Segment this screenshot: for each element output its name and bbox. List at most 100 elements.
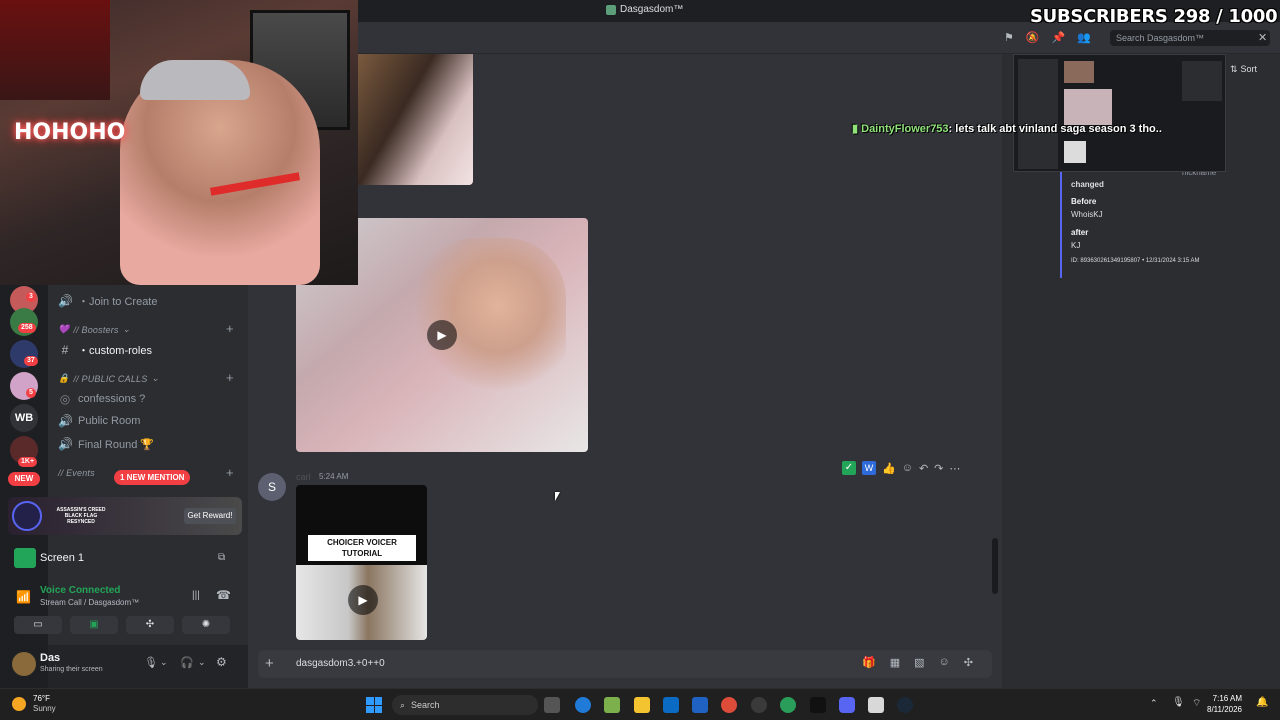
outlook-icon[interactable] [663,697,679,713]
soundboard-button[interactable]: ✺ [182,616,230,634]
microphone-icon[interactable]: 🎙 [1172,697,1185,708]
mute-icon[interactable]: 🔕 [1026,31,1040,45]
message-input-value[interactable]: dasgasdom3.+0++0 [296,658,385,669]
share-screen-button[interactable]: ▣ [70,616,118,634]
copilot-icon[interactable] [604,697,620,713]
microphone-icon[interactable]: 🎙 [144,656,158,669]
channel-final-round[interactable]: 🔊 Final Round 🏆 [58,437,154,451]
emoji-icon[interactable]: ☺ [939,656,950,669]
composer-actions: 🎁 ▦ ▧ ☺ ✣ [862,656,973,669]
server-badge: 3 [26,292,36,302]
activities-button[interactable]: ✣ [126,616,174,634]
threads-icon[interactable]: ⚑ [1004,31,1014,45]
share-screen-icon: ▣ [89,619,99,630]
windows-start-icon[interactable] [366,697,382,713]
gift-icon[interactable]: 🎁 [862,656,876,669]
avatar[interactable]: S [258,473,286,501]
preview-thumbnail [1064,141,1086,163]
gif-icon[interactable]: ▦ [890,656,900,669]
chevron-down-icon[interactable]: ⌄ [160,657,168,668]
header-actions: ⚑ 🔕 📌 👥 [1004,31,1104,45]
sticker-icon[interactable]: ▧ [914,656,924,669]
close-icon[interactable]: ✕ [1258,31,1267,44]
sun-icon[interactable] [12,697,26,711]
channel-join-to-create[interactable]: 🔊 ・Join to Create [58,293,157,309]
weather-temp[interactable]: 76°F [33,694,50,703]
avatar[interactable] [12,652,36,676]
chat-badge-icon: ▮ [852,123,859,135]
category-events[interactable]: // Events [58,468,95,478]
add-channel-icon[interactable]: + [226,465,234,480]
steam-icon[interactable] [897,697,913,713]
scrollbar-thumb[interactable] [992,538,998,594]
new-unreads-pill[interactable]: NEW [8,472,40,486]
new-mention-pill[interactable]: 1 NEW MENTION [114,470,191,485]
gear-icon[interactable]: ⚙ [216,655,227,669]
add-channel-icon[interactable]: + [226,370,234,385]
preview-panel [1182,61,1222,101]
plus-icon[interactable]: + [265,655,274,672]
add-reaction-icon[interactable]: ☺ [902,462,913,474]
members-icon[interactable]: 👥 [1077,31,1091,45]
play-icon[interactable]: ▶ [348,585,378,615]
search-input[interactable]: Search Dasgasdom™ [1110,30,1270,46]
reply-icon[interactable]: ↶ [919,462,928,475]
forward-icon[interactable]: ↷ [934,462,943,475]
terminal-icon[interactable] [810,697,826,713]
heart-icon: 💜 [58,324,70,334]
chrome-icon[interactable] [721,697,737,713]
channel-custom-roles[interactable]: # ・custom-roles [58,342,152,358]
voice-status[interactable]: Voice Connected [40,585,120,596]
search-icon: ⌕ [400,699,406,710]
message-author[interactable]: carl [296,472,311,482]
play-icon[interactable]: ▶ [427,320,457,350]
user-status: Sharing their screen [40,666,103,673]
channel-public-room[interactable]: 🔊 Public Room [58,414,140,428]
chevron-up-icon[interactable]: ⌃ [1150,698,1158,709]
add-channel-icon[interactable]: + [226,321,234,336]
chrome-profile-icon[interactable] [780,697,796,713]
discord-icon[interactable] [839,697,855,713]
edge-icon[interactable] [575,697,591,713]
word-reaction-icon[interactable]: W [862,461,876,475]
noise-suppression-icon[interactable]: ||| [192,590,200,601]
video-attachment[interactable]: CHOICER VOICER TUTORIAL ▶ [296,485,427,640]
check-reaction-icon[interactable]: ✓ [842,461,856,475]
clock-date[interactable]: 8/11/2026 [1200,705,1242,714]
screen-preview[interactable] [1013,54,1226,172]
get-reward-button[interactable]: Get Reward! [184,508,236,524]
thumbs-up-icon[interactable]: 👍 [882,462,896,475]
sort-button[interactable]: ⇅ Sort [1230,64,1257,75]
task-view-icon[interactable] [544,697,560,713]
notification-icon[interactable]: 🔔 [1256,697,1268,708]
notepad-icon[interactable] [868,697,884,713]
channel-label: ・Join to Create [78,296,158,308]
quote-bar [1060,172,1062,278]
category-public-calls[interactable]: 🔒 // PUBLIC CALLS ⌄ [58,373,159,384]
chevron-down-icon[interactable]: ⌄ [198,657,206,668]
channel-confessions[interactable]: ◎ confessions ? [58,392,146,406]
apps-icon[interactable]: ✣ [964,656,973,669]
store-icon[interactable] [692,697,708,713]
stream-label[interactable]: Screen 1 [40,552,84,564]
pin-icon[interactable]: 📌 [1052,31,1066,45]
image-attachment[interactable] [358,54,473,185]
obs-icon[interactable] [751,697,767,713]
clock-time[interactable]: 7:16 AM [1210,694,1242,703]
cap [140,60,250,100]
nitro-icon [12,501,42,531]
promo-game-title: ASSASSIN'S CREED BLACK FLAG RESYNCED [56,507,106,525]
server-wb[interactable]: WB [10,404,38,432]
camera-off-button[interactable]: ▭ [14,616,62,634]
taskbar-search[interactable]: ⌕ Search [392,695,538,715]
search-placeholder: Search Dasgasdom™ [1116,33,1205,43]
weather-desc[interactable]: Sunny [33,704,56,713]
voice-channel[interactable]: Stream Call / Dasgasdom™ [40,598,139,607]
folder-icon[interactable] [634,697,650,713]
disconnect-icon[interactable]: ☎ [216,588,231,602]
popout-icon[interactable]: ⧉ [218,552,225,563]
screen-share-icon [14,548,36,568]
category-boosters[interactable]: 💜 // Boosters ⌄ [58,324,130,335]
more-icon[interactable]: ⋯ [949,462,960,475]
headphones-icon[interactable]: 🎧 [180,656,194,669]
